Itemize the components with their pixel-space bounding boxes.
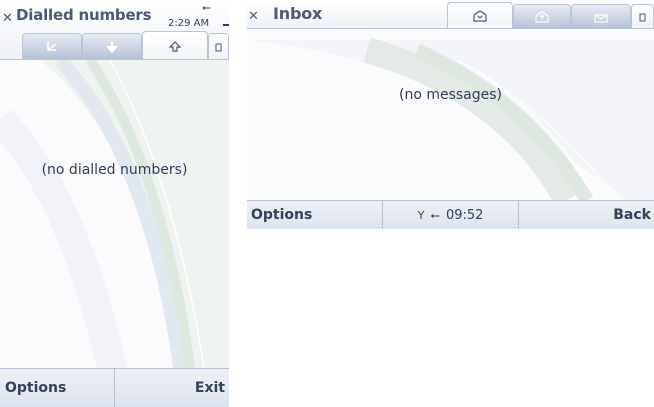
options-softkey[interactable]: Options <box>251 201 312 229</box>
received-call-icon <box>47 41 57 51</box>
back-softkey[interactable]: Back <box>613 201 651 229</box>
inbox-screen: ✕ Inbox (no messages) Options Y ⭠ 09:52 … <box>247 0 654 229</box>
softkey-divider <box>518 201 519 229</box>
exit-softkey[interactable]: Exit <box>195 369 225 407</box>
softkey-bar: Options Exit <box>0 368 229 407</box>
drafts-icon <box>594 14 608 23</box>
dialled-call-icon <box>168 41 182 52</box>
close-icon[interactable]: ✕ <box>2 12 13 25</box>
signal-indicator-icon <box>223 24 229 26</box>
background-swoosh <box>0 55 229 407</box>
tab-received-calls[interactable] <box>22 33 82 59</box>
usb-icon: ⭠ <box>202 1 211 14</box>
status-clock: 09:52 <box>445 207 484 223</box>
tab-baseline <box>247 28 654 29</box>
missed-call-icon <box>105 41 119 54</box>
status-clock: 2:29 AM <box>168 18 210 29</box>
title-bar: ✕ Dialled numbers ⭠ 2:29 AM <box>0 0 229 60</box>
softkey-divider <box>114 369 115 407</box>
tab-scroll-icon <box>215 43 221 51</box>
tab-inbox[interactable] <box>447 2 513 29</box>
tab-overflow[interactable] <box>631 4 654 29</box>
options-softkey[interactable]: Options <box>5 369 66 407</box>
tab-baseline <box>0 59 229 60</box>
page-title: Inbox <box>273 4 323 23</box>
status-area: Y ⭠ 09:52 <box>383 201 518 229</box>
close-icon[interactable]: ✕ <box>248 10 259 23</box>
tab-scroll-icon <box>639 13 645 22</box>
tab-sent[interactable] <box>513 4 571 29</box>
sent-icon <box>535 11 549 23</box>
antenna-icon: Y <box>417 208 425 222</box>
background-swoosh <box>247 37 654 207</box>
dialled-numbers-screen: ✕ Dialled numbers ⭠ 2:29 AM (no dialled … <box>0 0 229 407</box>
tab-drafts[interactable] <box>571 4 631 29</box>
empty-list-message: (no messages) <box>398 87 503 103</box>
tab-overflow[interactable] <box>208 33 229 59</box>
title-bar: ✕ Inbox <box>247 0 654 29</box>
inbox-icon <box>473 10 487 22</box>
page-title: Dialled numbers <box>16 6 152 24</box>
usb-icon: ⭠ <box>430 207 440 222</box>
softkey-bar: Options Y ⭠ 09:52 Back <box>247 200 654 229</box>
tab-dialled-calls[interactable] <box>142 31 208 60</box>
empty-list-message: (no dialled numbers) <box>41 162 188 178</box>
tab-missed-calls[interactable] <box>82 33 142 59</box>
